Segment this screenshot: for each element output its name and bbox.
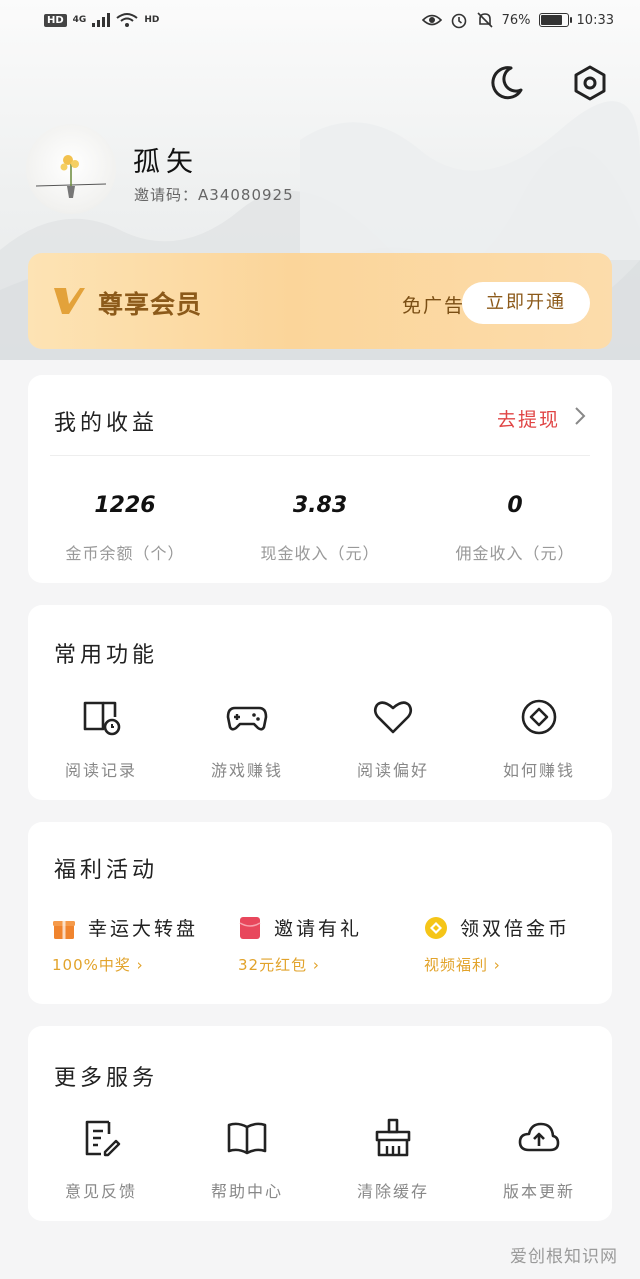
welfare-title: 福利活动 [54, 858, 159, 883]
chevron-right-icon: › [493, 956, 501, 974]
invite-gift-sub: 32元红包 › [238, 956, 320, 974]
game-earn-item[interactable]: 游戏赚钱 [174, 695, 320, 781]
game-earn-label: 游戏赚钱 [210, 761, 283, 780]
flower-pot-illustration [35, 155, 107, 198]
commission-income-label: 佣金收入（元） [455, 544, 575, 563]
wifi-icon [116, 13, 138, 27]
how-to-earn-item[interactable]: 如何赚钱 [466, 695, 612, 781]
clear-cache-label: 清除缓存 [356, 1182, 429, 1201]
common-functions-card: 常用功能 阅读记录 游戏赚钱 阅读偏好 如何赚钱 [28, 605, 612, 800]
more-services-title: 更多服务 [54, 1066, 159, 1091]
mute-bell-icon [477, 12, 493, 28]
username: 孤矢 [133, 147, 199, 178]
cash-income-value: 3.83 [292, 493, 348, 518]
red-envelope-icon [239, 917, 261, 939]
book-clock-icon [83, 701, 121, 736]
settings-icon[interactable] [571, 64, 609, 102]
common-functions-title: 常用功能 [54, 643, 159, 668]
gamepad-icon [226, 706, 268, 731]
battery-percent: 76% [501, 12, 531, 28]
gift-icon [53, 921, 75, 939]
withdraw-link[interactable]: 去提现 [497, 405, 560, 432]
invite-gift-label: 邀请有礼 [274, 918, 363, 940]
commission-income-stat[interactable]: 0 佣金收入（元） [418, 493, 612, 564]
lucky-wheel-sub: 100%中奖 › [52, 956, 144, 974]
coin-balance-value: 1226 [94, 493, 156, 518]
heart-icon [373, 701, 413, 734]
coin-balance-stat[interactable]: 1226 金币余额（个） [28, 493, 222, 564]
double-coins-label: 领双倍金币 [460, 918, 571, 940]
feedback-item[interactable]: 意见反馈 [28, 1116, 174, 1202]
wifi-label: HD [144, 15, 160, 25]
chevron-right-icon: › [312, 956, 320, 974]
vip-ad-free-label: 免广告 [402, 295, 466, 317]
help-center-item[interactable]: 帮助中心 [174, 1116, 320, 1202]
welfare-card: 福利活动 幸运大转盘 100%中奖 › 邀请有礼 32元红包 › 领双倍金币 视… [28, 822, 612, 1004]
status-bar: HD 4G HD 76% 10:33 [0, 0, 640, 44]
activate-vip-button[interactable]: 立即开通 [462, 282, 590, 324]
feedback-label: 意见反馈 [64, 1182, 137, 1201]
hd-badge: HD [44, 13, 67, 27]
vip-v-logo-icon [54, 288, 85, 314]
clock: 10:33 [576, 12, 614, 28]
reading-preference-item[interactable]: 阅读偏好 [320, 695, 466, 781]
vip-title: 尊享会员 [98, 290, 203, 319]
divider [50, 455, 590, 456]
alarm-icon [451, 13, 466, 29]
network-type: 4G [72, 15, 87, 25]
chevron-right-icon: › [136, 956, 144, 974]
version-update-item[interactable]: 版本更新 [466, 1116, 612, 1202]
signal-icon [92, 13, 111, 27]
feedback-icon [85, 1120, 121, 1157]
clear-cache-item[interactable]: 清除缓存 [320, 1116, 466, 1202]
more-services-card: 更多服务 意见反馈 帮助中心 清除缓存 版本更新 [28, 1026, 612, 1221]
gold-coin-icon [425, 917, 447, 939]
avatar[interactable] [26, 124, 116, 214]
battery-icon [538, 13, 572, 27]
help-center-label: 帮助中心 [210, 1182, 283, 1201]
version-update-label: 版本更新 [502, 1182, 575, 1201]
reading-preference-label: 阅读偏好 [356, 761, 429, 780]
night-mode-moon-icon[interactable] [487, 64, 525, 102]
lucky-wheel-label: 幸运大转盘 [88, 918, 199, 940]
chevron-right-icon[interactable] [574, 405, 586, 427]
invite-code-value: A34080925 [198, 186, 294, 204]
coin-icon [521, 699, 557, 735]
cash-income-stat[interactable]: 3.83 现金收入（元） [223, 493, 417, 564]
coin-balance-label: 金币余额（个） [65, 544, 185, 563]
invite-code[interactable]: 邀请码：A34080925 [134, 184, 294, 205]
income-title: 我的收益 [54, 411, 159, 436]
commission-income-value: 0 [507, 493, 523, 518]
cloud-upload-icon [518, 1122, 560, 1152]
reading-history-item[interactable]: 阅读记录 [28, 695, 174, 781]
vip-banner[interactable]: 尊享会员 免广告 立即开通 [28, 253, 612, 349]
help-book-icon [227, 1122, 267, 1155]
double-coins-sub: 视频福利 › [424, 956, 501, 974]
cash-income-label: 现金收入（元） [260, 544, 380, 563]
eye-icon [421, 14, 442, 26]
reading-history-label: 阅读记录 [64, 761, 137, 780]
income-card: 我的收益 去提现 1226 金币余额（个） 3.83 现金收入（元） 0 佣金收… [28, 375, 612, 583]
site-watermark: 爱创根知识网 [510, 1247, 618, 1267]
invite-label: 邀请码 [134, 186, 183, 204]
clear-cache-icon [375, 1118, 411, 1157]
how-to-earn-label: 如何赚钱 [502, 761, 575, 780]
